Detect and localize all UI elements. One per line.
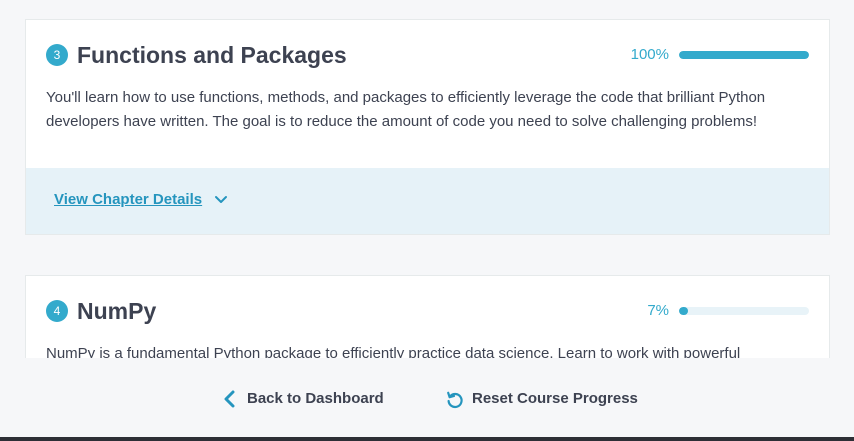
view-chapter-details-link[interactable]: View Chapter Details: [54, 190, 202, 210]
chapter-details-bar[interactable]: View Chapter Details: [26, 168, 829, 234]
chapter-header: 3 Functions and Packages 100%: [46, 40, 809, 72]
bottom-divider: [0, 437, 854, 441]
chapter-card: 3 Functions and Packages 100% You'll lea…: [25, 19, 830, 235]
chapter-title: NumPy: [77, 298, 157, 324]
chapter-description: You'll learn how to use functions, metho…: [46, 89, 766, 130]
progress-fill: [679, 51, 809, 59]
reset-icon: [447, 391, 463, 409]
chevron-left-icon: [224, 390, 235, 408]
progress-bar: [679, 51, 809, 59]
chevron-down-icon[interactable]: [214, 193, 228, 207]
reset-course-progress-label: Reset Course Progress: [472, 390, 638, 407]
progress-bar: [679, 307, 809, 315]
progress-fill: [679, 307, 689, 315]
back-to-dashboard-label: Back to Dashboard: [247, 390, 384, 407]
progress-percent: 7%: [647, 302, 669, 319]
chapter-title: Functions and Packages: [77, 42, 347, 68]
chapter-number-badge: 3: [46, 44, 68, 66]
progress-percent: 100%: [630, 46, 669, 63]
reset-course-progress-button[interactable]: Reset Course Progress: [445, 388, 638, 410]
chapter-header: 4 NumPy 7%: [46, 296, 809, 328]
back-to-dashboard-button[interactable]: Back to Dashboard: [222, 388, 384, 410]
course-footer: Back to Dashboard Reset Course Progress: [0, 358, 854, 437]
chapter-number-badge: 4: [46, 300, 68, 322]
